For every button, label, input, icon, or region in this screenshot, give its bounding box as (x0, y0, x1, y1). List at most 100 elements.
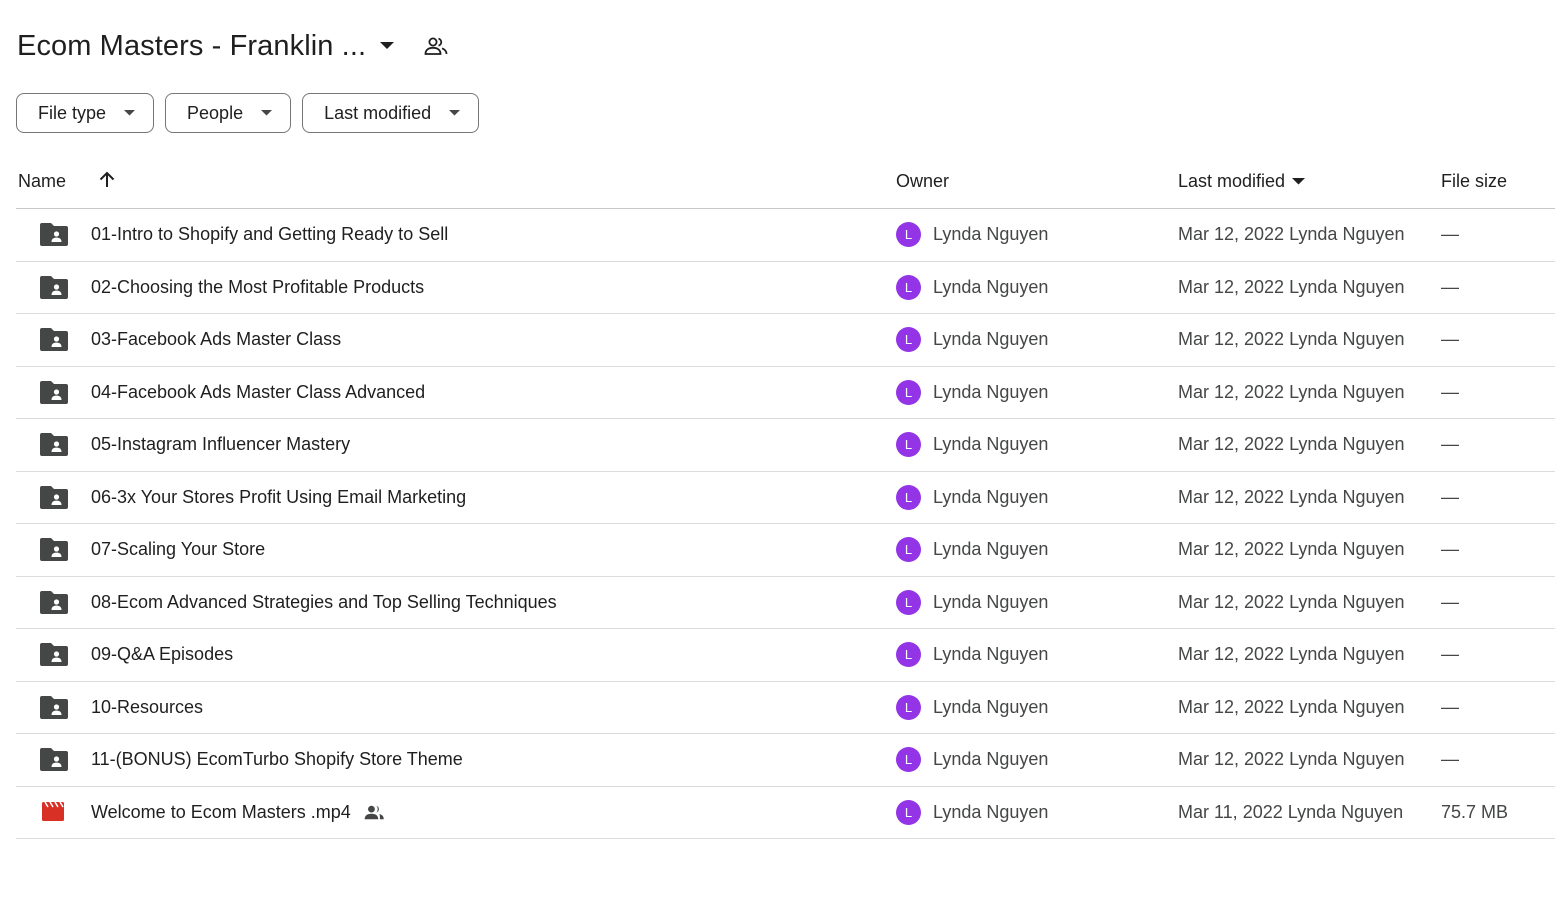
chevron-down-icon (449, 110, 461, 116)
owner-name: Lynda Nguyen (933, 276, 1049, 297)
file-name-text: Welcome to Ecom Masters .mp4 (91, 801, 351, 822)
file-name: 08-Ecom Advanced Strategies and Top Sell… (91, 592, 557, 613)
file-name-text: 01-Intro to Shopify and Getting Ready to… (91, 224, 449, 244)
last-modified-value: Mar 12, 2022 Lynda Nguyen (1178, 486, 1405, 507)
file-name-text: 05-Instagram Influencer Mastery (91, 434, 351, 454)
file-size-value: — (1441, 434, 1459, 454)
file-type-filter-label: File type (38, 102, 107, 123)
owner-name: Lynda Nguyen (933, 381, 1049, 402)
owner-name: Lynda Nguyen (933, 329, 1049, 349)
shared-people-icon[interactable] (424, 36, 448, 56)
last-modified-value: Mar 12, 2022 Lynda Nguyen (1178, 224, 1405, 244)
owner-avatar: L (896, 747, 921, 772)
file-name-text: 06-3x Your Stores Profit Using Email Mar… (91, 486, 467, 507)
people-filter-label: People (187, 102, 244, 123)
folder-menu-caret-icon[interactable] (380, 42, 395, 50)
file-size-value: — (1441, 329, 1459, 349)
file-row[interactable]: 03-Facebook Ads Master Class L Lynda Ngu… (16, 314, 1555, 367)
column-last-modified[interactable]: Last modified (1178, 171, 1306, 192)
file-name: 09-Q&A Episodes (91, 644, 233, 665)
file-row[interactable]: 05-Instagram Influencer Mastery L Lynda … (16, 419, 1555, 472)
owner-avatar: L (896, 432, 921, 457)
file-row[interactable]: 04-Facebook Ads Master Class Advanced L … (16, 367, 1555, 419)
file-row[interactable]: 01-Intro to Shopify and Getting Ready to… (16, 209, 1555, 262)
file-row[interactable]: 07-Scaling Your Store L Lynda Nguyen Mar… (16, 524, 1555, 577)
last-modified-filter[interactable]: Last modified (302, 93, 480, 133)
owner-avatar: L (896, 379, 921, 405)
shared-people-icon (363, 804, 385, 821)
chevron-down-icon (124, 110, 136, 116)
sort-caret-down-icon (1292, 178, 1306, 185)
file-row[interactable]: 11-(BONUS) EcomTurbo Shopify Store Theme… (16, 734, 1555, 787)
file-row[interactable]: Welcome to Ecom Masters .mp4 L Lynda Ngu… (16, 787, 1555, 839)
owner-avatar: L (896, 222, 921, 247)
column-header-row: Name Owner Last modified File size (16, 155, 1555, 209)
people-filter[interactable]: People (165, 93, 292, 133)
file-size-value: — (1441, 591, 1459, 612)
owner-avatar: L (896, 537, 921, 562)
file-name-text: 03-Facebook Ads Master Class (91, 329, 342, 349)
owner-name: Lynda Nguyen (933, 224, 1049, 244)
file-size-value: — (1441, 539, 1459, 559)
file-name-text: 09-Q&A Episodes (91, 644, 234, 664)
owner-name: Lynda Nguyen (933, 539, 1049, 559)
file-name: 06-3x Your Stores Profit Using Email Mar… (91, 487, 466, 508)
owner-avatar: L (896, 589, 921, 615)
owner-name: Lynda Nguyen (933, 434, 1049, 454)
file-type-filter[interactable]: File type (16, 93, 155, 133)
file-name: 04-Facebook Ads Master Class Advanced (91, 382, 425, 403)
file-row[interactable]: 10-Resources L Lynda Nguyen Mar 12, 2022… (16, 682, 1555, 734)
owner-avatar: L (896, 642, 921, 667)
last-modified-value: Mar 12, 2022 Lynda Nguyen (1178, 749, 1405, 769)
last-modified-value: Mar 12, 2022 Lynda Nguyen (1178, 329, 1405, 349)
sort-arrow-up-icon[interactable] (98, 171, 116, 194)
shared-folder-icon (40, 590, 68, 614)
owner-name: Lynda Nguyen (933, 801, 1049, 822)
last-modified-value: Mar 12, 2022 Lynda Nguyen (1178, 434, 1405, 454)
column-owner[interactable]: Owner (896, 171, 949, 192)
file-name-text: 10-Resources (91, 696, 204, 717)
file-name: Welcome to Ecom Masters .mp4 (91, 802, 385, 823)
file-row[interactable]: 09-Q&A Episodes L Lynda Nguyen Mar 12, 2… (16, 629, 1555, 682)
owner-avatar: L (896, 274, 921, 300)
owner-name: Lynda Nguyen (933, 486, 1049, 507)
folder-header: Ecom Masters - Franklin ... (17, 24, 448, 68)
last-modified-filter-label: Last modified (324, 102, 432, 123)
file-size-value: 75.7 MB (1441, 801, 1509, 822)
column-file-size[interactable]: File size (1441, 171, 1507, 192)
owner-avatar: L (896, 484, 921, 510)
folder-title[interactable]: Ecom Masters - Franklin ... (17, 30, 366, 63)
video-file-icon (40, 800, 68, 824)
file-row[interactable]: 02-Choosing the Most Profitable Products… (16, 262, 1555, 314)
shared-folder-icon (40, 380, 68, 404)
file-size-value: — (1441, 381, 1459, 402)
column-last-modified-label: Last modified (1178, 171, 1286, 191)
owner-avatar: L (896, 799, 921, 825)
shared-folder-icon (40, 275, 68, 299)
owner-name: Lynda Nguyen (933, 591, 1049, 612)
last-modified-value: Mar 12, 2022 Lynda Nguyen (1178, 644, 1405, 664)
shared-folder-icon (40, 485, 68, 509)
file-name-text: 07-Scaling Your Store (91, 539, 266, 559)
shared-folder-icon (40, 537, 68, 561)
owner-avatar: L (896, 694, 921, 720)
column-name[interactable]: Name (18, 171, 66, 192)
shared-folder-icon (40, 327, 68, 351)
file-row[interactable]: 06-3x Your Stores Profit Using Email Mar… (16, 472, 1555, 524)
file-size-value: — (1441, 644, 1459, 664)
last-modified-value: Mar 12, 2022 Lynda Nguyen (1178, 591, 1405, 612)
file-row[interactable]: 08-Ecom Advanced Strategies and Top Sell… (16, 577, 1555, 629)
file-name: 05-Instagram Influencer Mastery (91, 434, 350, 455)
file-name-text: 04-Facebook Ads Master Class Advanced (91, 381, 426, 402)
owner-avatar: L (896, 327, 921, 352)
file-name: 02-Choosing the Most Profitable Products (91, 277, 424, 298)
file-name: 10-Resources (91, 697, 203, 718)
shared-folder-icon (40, 747, 68, 771)
owner-name: Lynda Nguyen (933, 749, 1049, 769)
file-name: 01-Intro to Shopify and Getting Ready to… (91, 224, 448, 245)
owner-name: Lynda Nguyen (933, 696, 1049, 717)
file-size-value: — (1441, 696, 1459, 717)
last-modified-value: Mar 12, 2022 Lynda Nguyen (1178, 539, 1405, 559)
last-modified-value: Mar 11, 2022 Lynda Nguyen (1178, 801, 1404, 822)
shared-folder-icon (40, 432, 68, 456)
